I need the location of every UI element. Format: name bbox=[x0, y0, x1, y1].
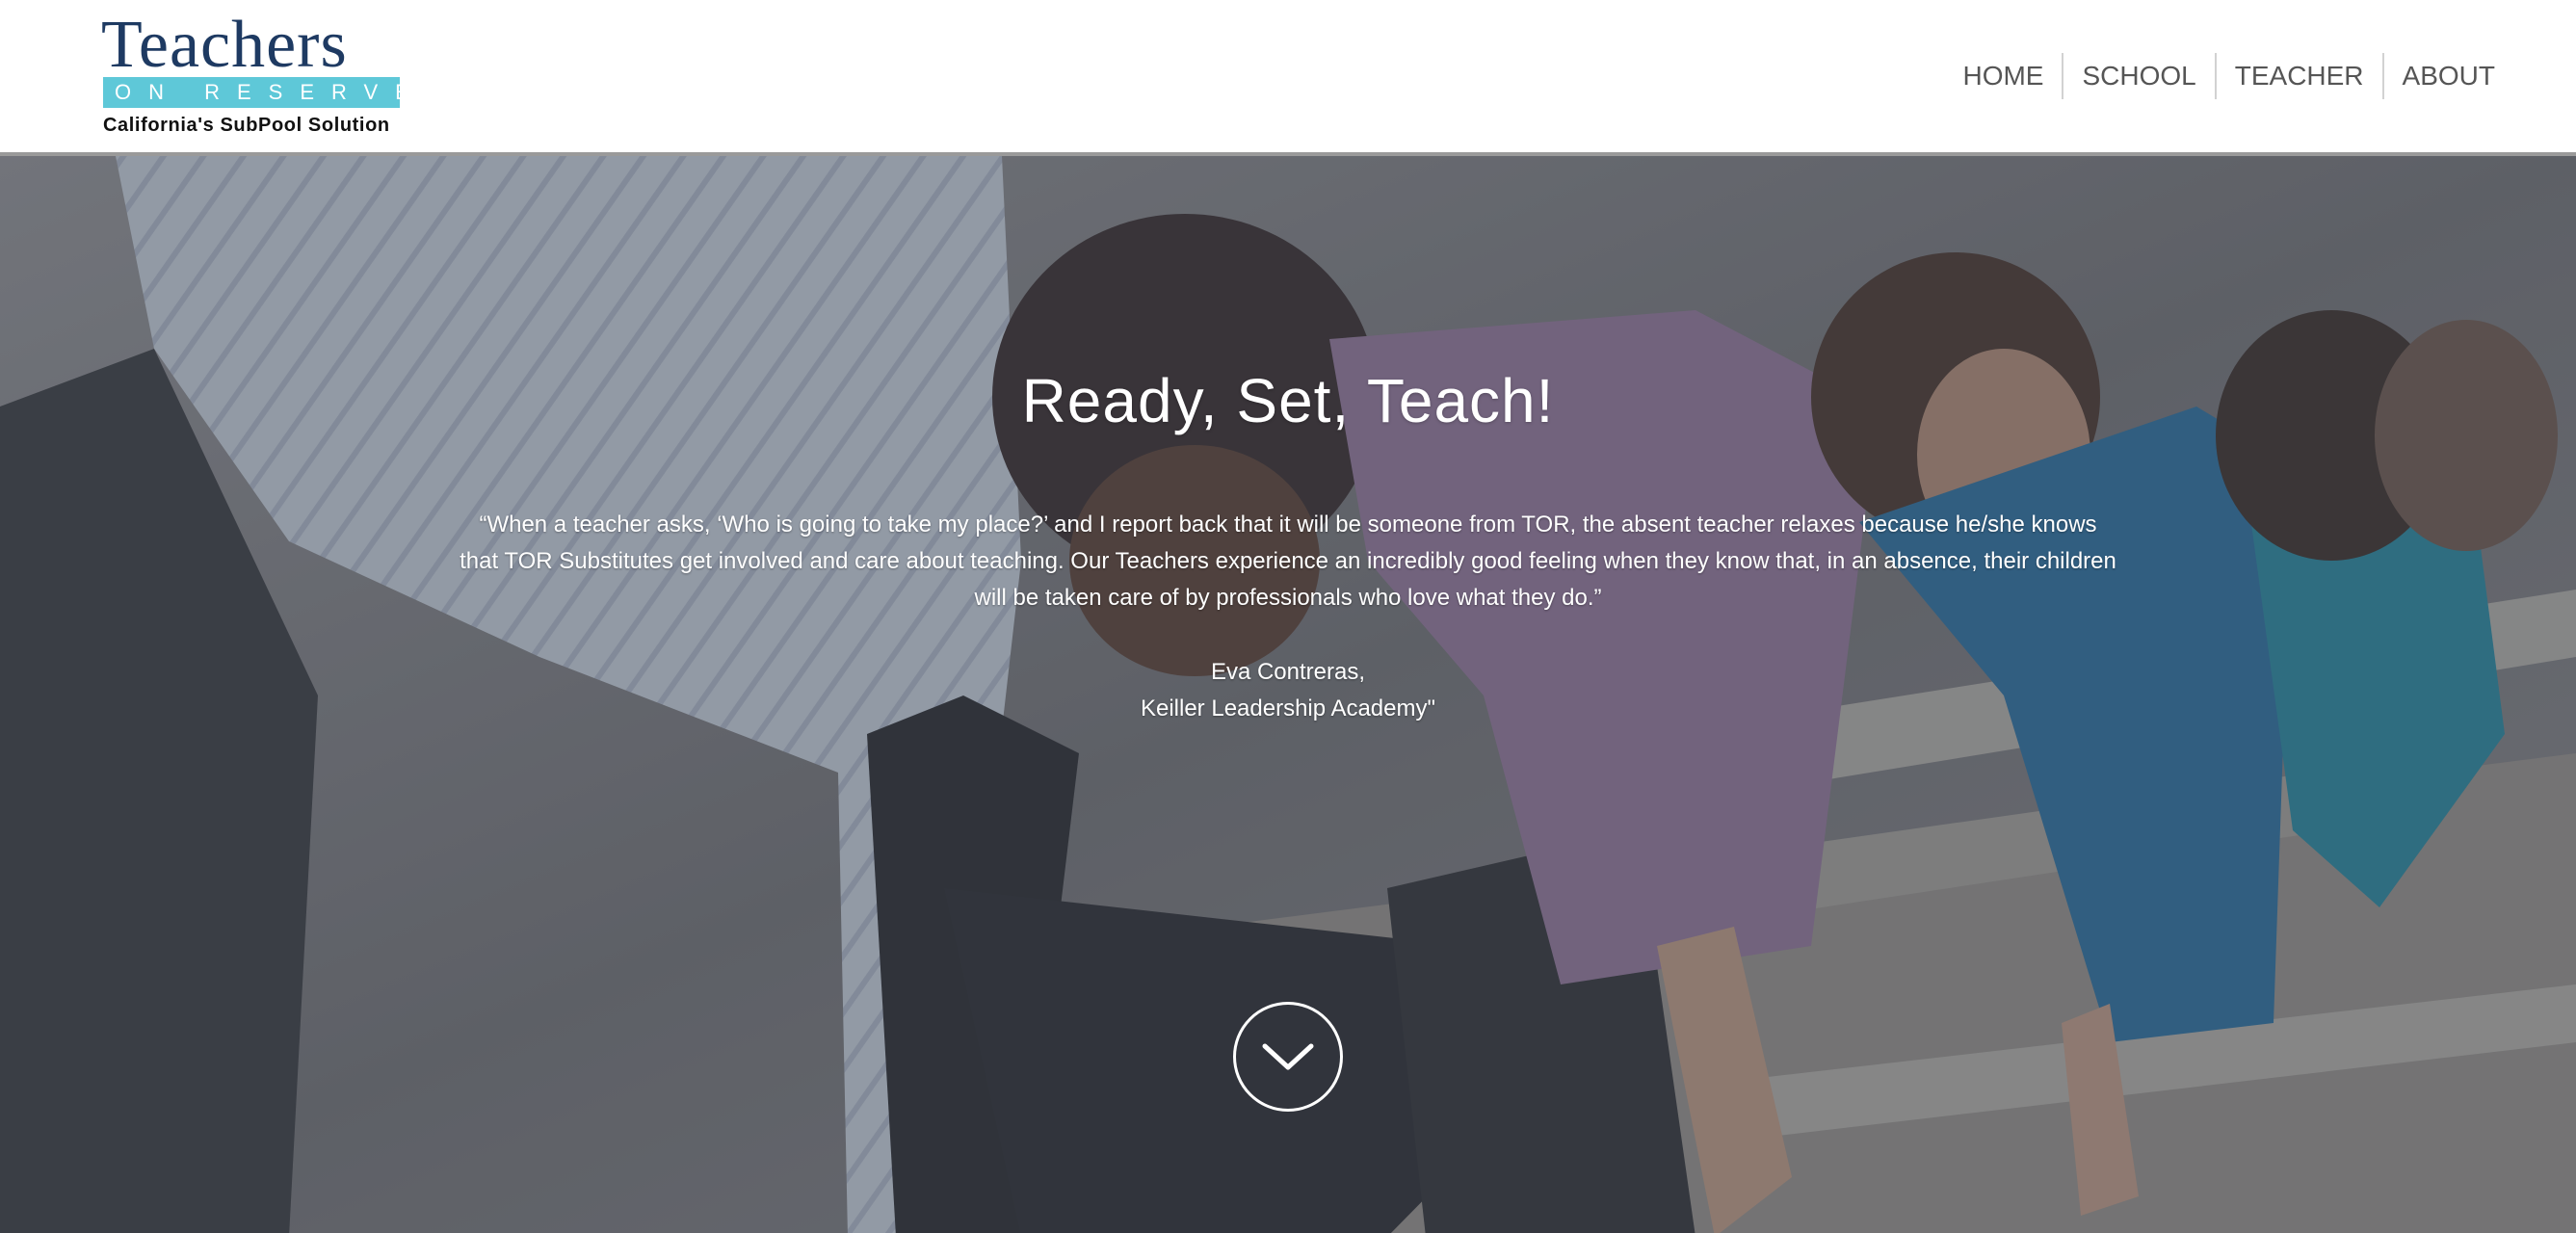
nav-item-home[interactable]: HOME bbox=[1944, 53, 2062, 99]
testimonial-author: Eva Contreras, Keiller Leadership Academ… bbox=[0, 654, 2576, 727]
chevron-down-icon bbox=[1262, 1043, 1314, 1070]
logo-tagline: California's SubPool Solution bbox=[103, 115, 390, 136]
nav-item-teacher[interactable]: TEACHER bbox=[2214, 53, 2382, 99]
scroll-down-button[interactable] bbox=[1233, 1002, 1343, 1112]
hero-title: Ready, Set, Teach! bbox=[1021, 366, 1555, 435]
nav-item-about[interactable]: ABOUT bbox=[2381, 53, 2495, 99]
testimonial-author-name: Eva Contreras, bbox=[1210, 659, 1366, 685]
site-logo[interactable]: Teachers ON RESERVE California's SubPool… bbox=[101, 8, 409, 137]
hero-section: Ready, Set, Teach! “When a teacher asks,… bbox=[0, 152, 2576, 1233]
nav-item-school[interactable]: SCHOOL bbox=[2062, 53, 2214, 99]
logo-subwordmark: ON RESERVE bbox=[103, 77, 409, 108]
site-header: Teachers ON RESERVE California's SubPool… bbox=[0, 0, 2576, 152]
main-nav: HOME SCHOOL TEACHER ABOUT bbox=[1944, 52, 2495, 100]
hero-content: Ready, Set, Teach! “When a teacher asks,… bbox=[0, 156, 2576, 1233]
testimonial-author-org: Keiller Leadership Academy" bbox=[1140, 695, 1436, 721]
logo-wordmark: Teachers bbox=[101, 8, 348, 82]
testimonial-quote: “When a teacher asks, ‘Who is going to t… bbox=[460, 512, 2116, 611]
